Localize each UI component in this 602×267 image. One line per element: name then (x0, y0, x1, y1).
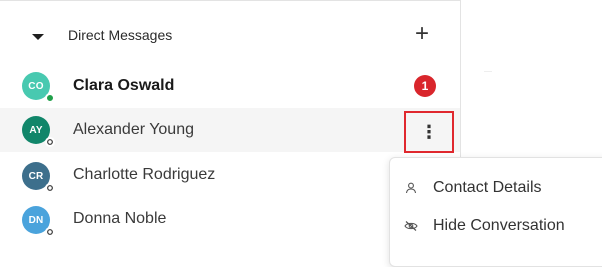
presence-offline-icon (45, 227, 55, 237)
divider (484, 71, 492, 72)
contact-name: Charlotte Rodriguez (73, 166, 216, 183)
section-header: Direct Messages + (0, 11, 460, 57)
more-options-button[interactable]: ⋮ (404, 111, 454, 153)
menu-item-label: Contact Details (433, 179, 542, 196)
section-title: Direct Messages (68, 27, 173, 43)
menu-item-hide-conversation[interactable]: Hide Conversation (390, 207, 602, 245)
app-frame: Direct Messages + CO Clara Oswald 1 AY A… (0, 0, 602, 267)
unread-badge: 1 (414, 75, 436, 97)
contact-name: Clara Oswald (73, 77, 175, 94)
add-conversation-button[interactable]: + (407, 19, 437, 49)
eye-off-icon (404, 219, 418, 233)
avatar-initials: CR (28, 170, 44, 182)
user-icon (404, 181, 418, 195)
caret-down-icon[interactable] (32, 34, 44, 40)
contact-row-alexander-young[interactable]: AY Alexander Young ⋮ (0, 108, 460, 153)
contact-row-clara-oswald[interactable]: CO Clara Oswald 1 (0, 64, 460, 108)
avatar-initials: DN (28, 214, 44, 226)
contact-name: Alexander Young (73, 121, 194, 138)
menu-item-label: Hide Conversation (433, 217, 565, 234)
presence-online-icon (45, 93, 55, 103)
presence-offline-icon (45, 183, 55, 193)
contact-context-menu: Contact Details Hide Conversation (389, 157, 602, 267)
presence-offline-icon (45, 137, 55, 147)
contact-name: Donna Noble (73, 210, 167, 227)
avatar-initials: CO (28, 80, 44, 92)
menu-item-contact-details[interactable]: Contact Details (390, 169, 602, 207)
avatar-initials: AY (29, 124, 43, 136)
